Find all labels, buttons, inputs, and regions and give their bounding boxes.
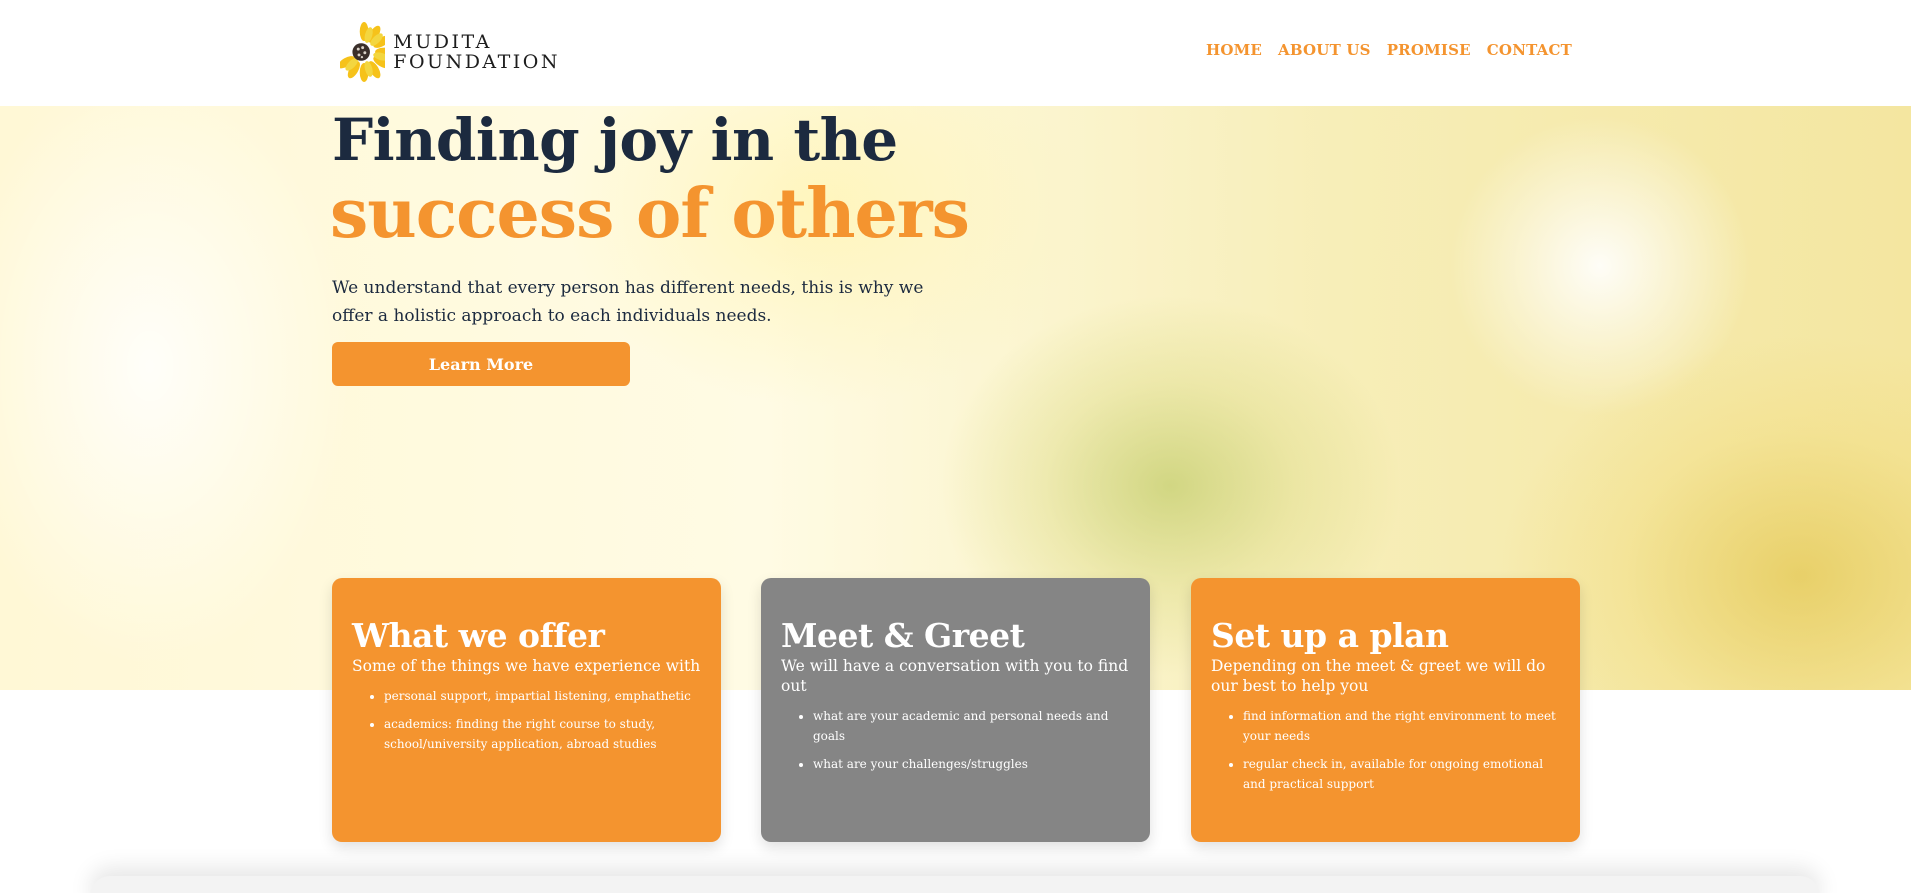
main-nav: HOME ABOUT US PROMISE CONTACT	[1206, 41, 1572, 59]
site-logo[interactable]: MUDITA FOUNDATION	[340, 8, 560, 96]
logo-line-2: FOUNDATION	[393, 51, 560, 73]
list-item: what are your academic and personal need…	[813, 706, 1130, 746]
next-section-edge	[90, 876, 1820, 893]
sunflower-icon	[340, 22, 386, 82]
list-item: personal support, impartial listening, e…	[384, 686, 701, 706]
card-what-we-offer: What we offer Some of the things we have…	[332, 578, 721, 842]
nav-home[interactable]: HOME	[1206, 41, 1262, 59]
card-subtitle: We will have a conversation with you to …	[781, 657, 1129, 695]
card-set-up-a-plan: Set up a plan Depending on the meet & gr…	[1191, 578, 1580, 842]
hero-title-line-1: Finding joy in the	[332, 106, 898, 174]
card-subtitle: Depending on the meet & greet we will do…	[1211, 657, 1546, 695]
list-item: regular check in, available for ongoing …	[1243, 754, 1560, 794]
hero-title-line-2: success of others	[330, 174, 970, 254]
logo-wordmark: MUDITA FOUNDATION	[393, 32, 560, 72]
hero-description: We understand that every person has diff…	[332, 278, 924, 326]
card-subtitle: Some of the things we have experience wi…	[352, 657, 701, 675]
card-list: find information and the right environme…	[1211, 706, 1560, 794]
card-list: what are your academic and personal need…	[781, 706, 1130, 774]
card-list: personal support, impartial listening, e…	[352, 686, 701, 754]
nav-contact[interactable]: CONTACT	[1487, 41, 1572, 59]
nav-about-us[interactable]: ABOUT US	[1278, 41, 1371, 59]
card-meet-and-greet: Meet & Greet We will have a conversation…	[761, 578, 1150, 842]
feature-cards: What we offer Some of the things we have…	[332, 578, 1580, 842]
list-item: academics: finding the right course to s…	[384, 714, 701, 754]
card-title: Set up a plan	[1211, 616, 1449, 655]
learn-more-button[interactable]: Learn More	[332, 342, 630, 386]
card-title: What we offer	[352, 616, 605, 655]
site-header: MUDITA FOUNDATION HOME ABOUT US PROMISE …	[0, 0, 1911, 106]
list-item: what are your challenges/struggles	[813, 754, 1130, 774]
logo-line-1: MUDITA	[393, 31, 492, 53]
nav-promise[interactable]: PROMISE	[1387, 41, 1471, 59]
list-item: find information and the right environme…	[1243, 706, 1560, 746]
card-title: Meet & Greet	[781, 616, 1025, 655]
